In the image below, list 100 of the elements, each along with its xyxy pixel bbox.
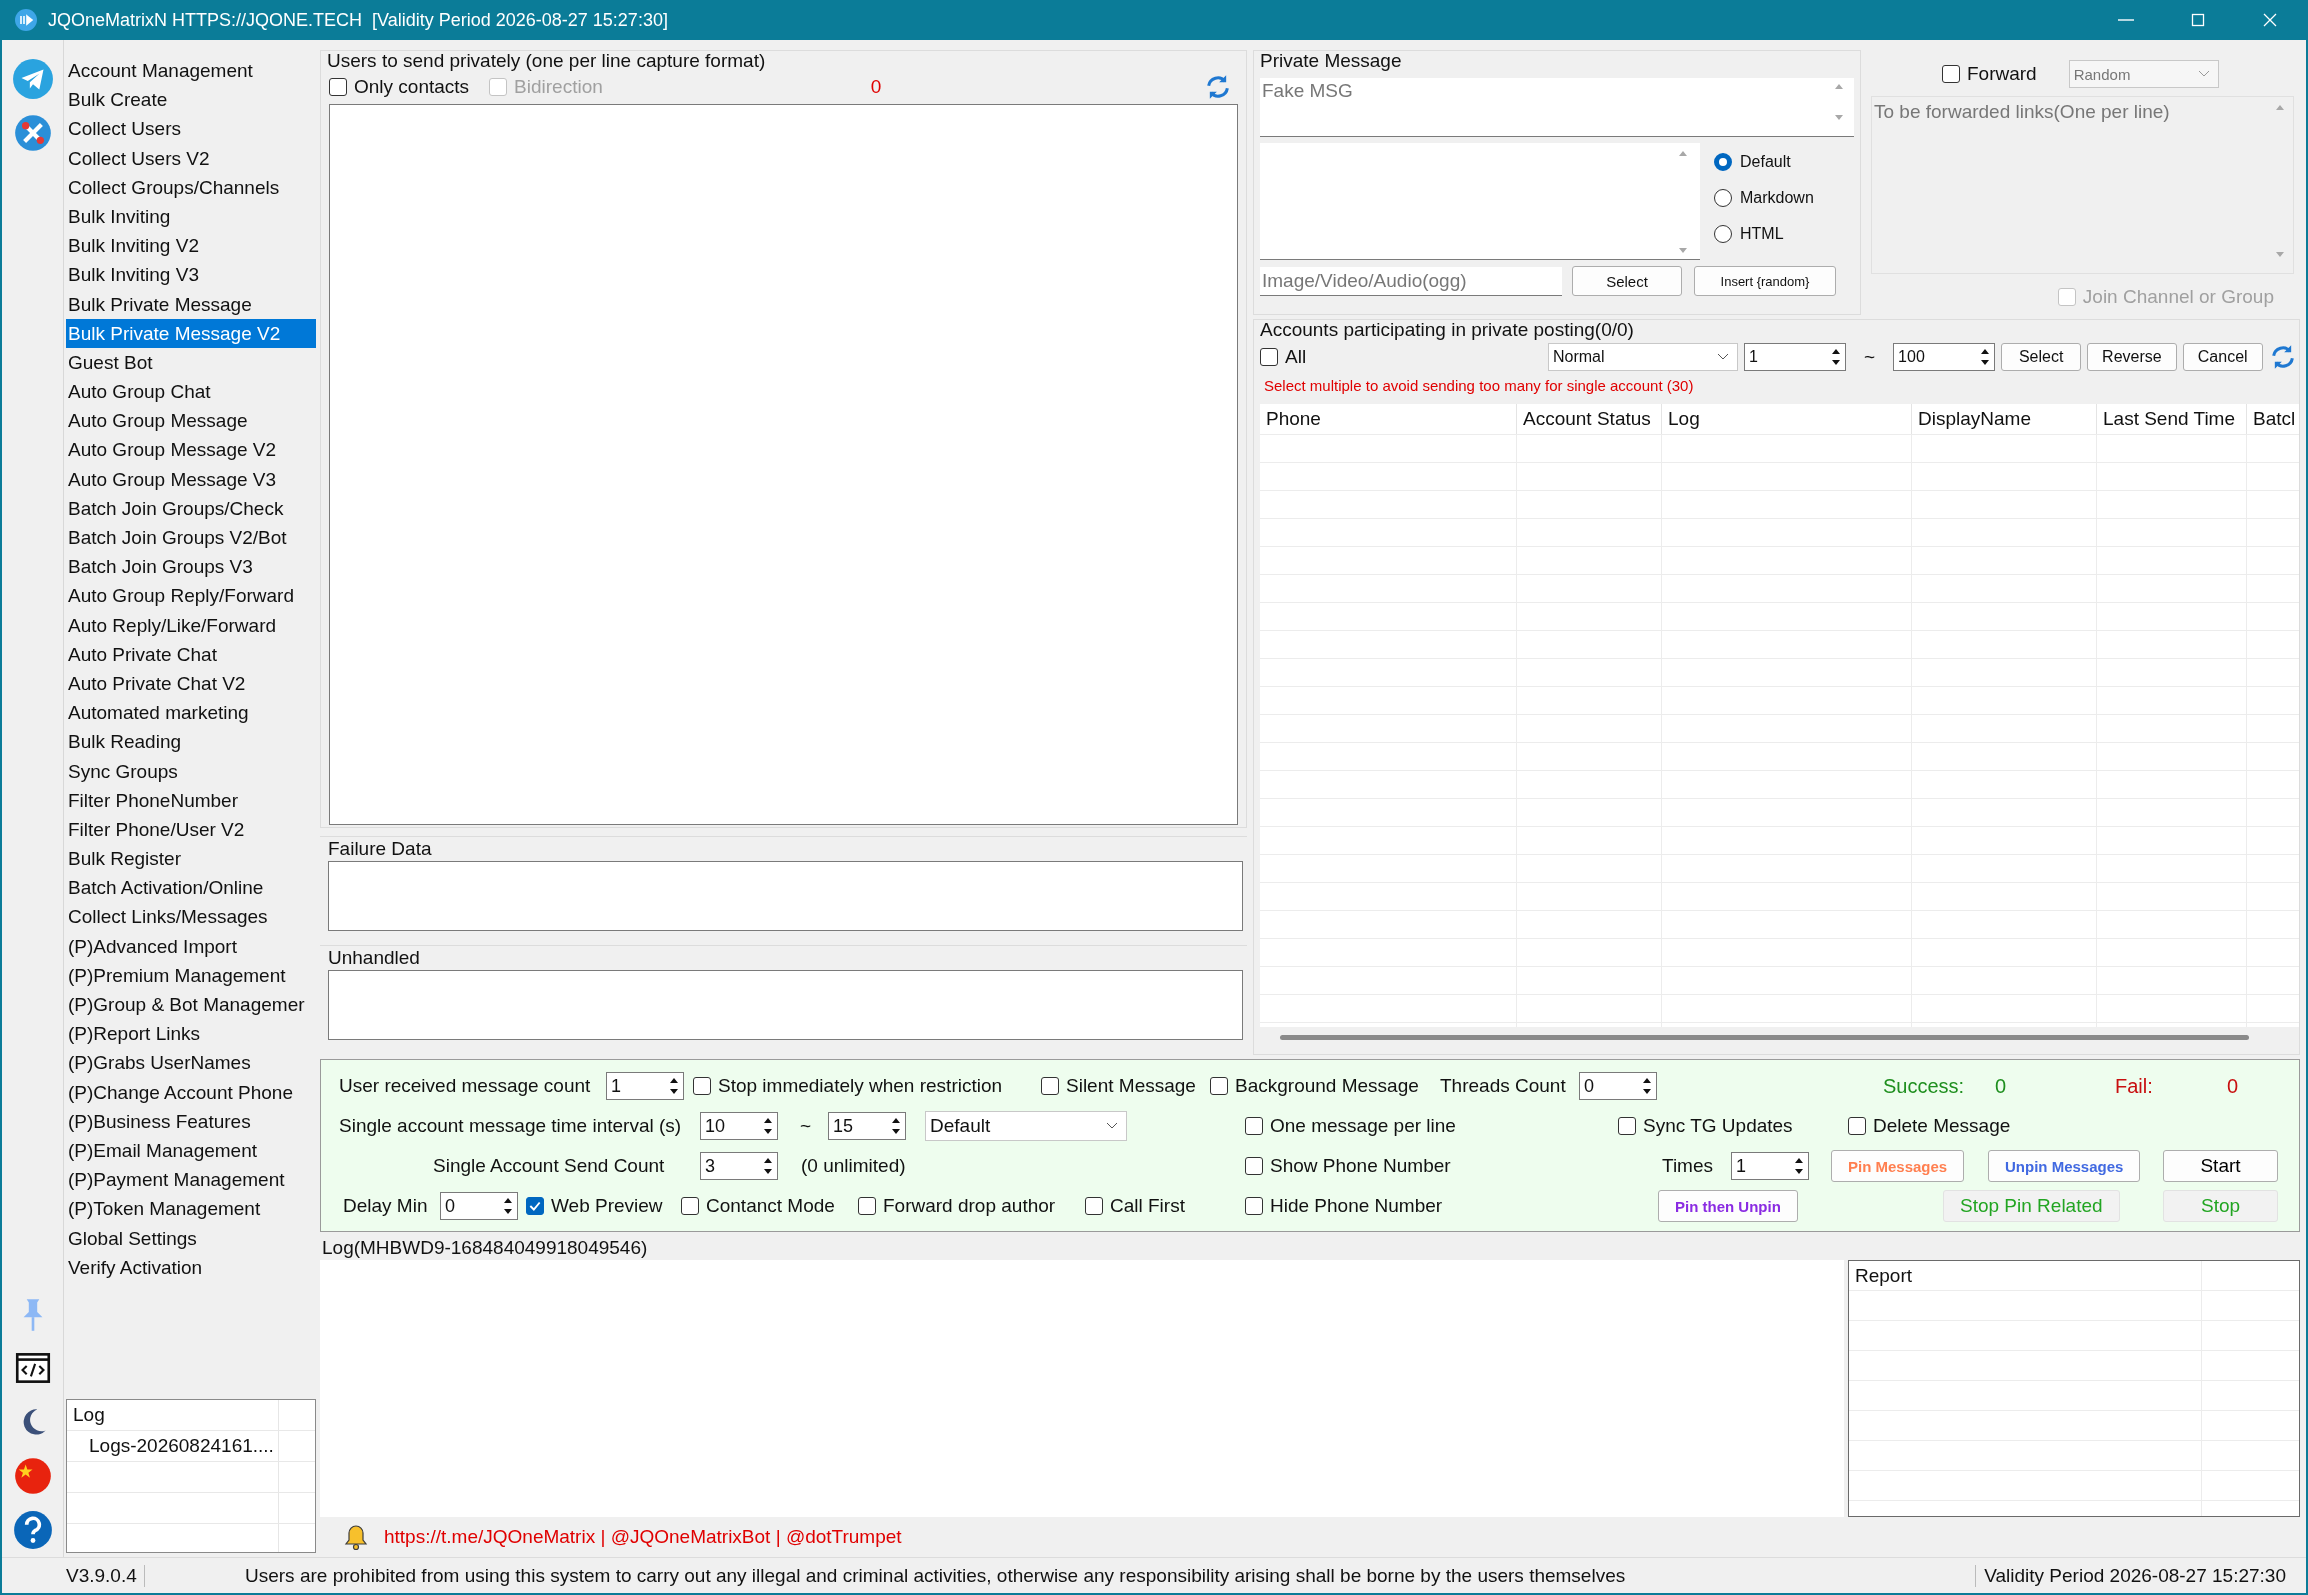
mode-dropdown[interactable]: Random bbox=[2068, 60, 2219, 88]
sidebar-item[interactable]: Auto Private Chat bbox=[66, 639, 316, 669]
sidebar-item[interactable]: Filter PhoneNumber bbox=[66, 785, 316, 815]
number-spinner[interactable]: 3 bbox=[700, 1152, 778, 1180]
checkbox-label: Delete Message bbox=[1873, 1115, 2011, 1137]
checkbox[interactable] bbox=[1245, 1197, 1263, 1215]
select-button[interactable]: Select bbox=[1572, 266, 1682, 296]
sidebar-item[interactable]: Global Settings bbox=[66, 1223, 316, 1253]
sidebar-item[interactable]: (P)Payment Management bbox=[66, 1165, 316, 1195]
sidebar-item[interactable]: (P)Grabs UserNames bbox=[66, 1048, 316, 1078]
checkbox[interactable] bbox=[1942, 65, 1960, 83]
number-spinner[interactable]: 0 bbox=[1579, 1072, 1657, 1100]
action-button[interactable]: Pin then Unpin bbox=[1658, 1190, 1798, 1222]
media-path-field[interactable]: Image/Video/Audio(ogg) bbox=[1260, 266, 1562, 296]
range-separator: ~ bbox=[1864, 346, 1876, 368]
chevron-icon bbox=[1717, 353, 1729, 361]
checkbox-label: Background Message bbox=[1235, 1075, 1419, 1097]
checkbox[interactable] bbox=[1245, 1157, 1263, 1175]
insert-button[interactable]: Insert {random} bbox=[1694, 266, 1836, 296]
account-action-button[interactable]: Reverse bbox=[2087, 343, 2177, 371]
checkbox[interactable] bbox=[1210, 1077, 1228, 1095]
sidebar-item[interactable]: (P)Report Links bbox=[66, 1019, 316, 1049]
radio-button[interactable] bbox=[1714, 153, 1732, 171]
checkbox[interactable] bbox=[1085, 1197, 1103, 1215]
column-header[interactable]: Batcl bbox=[2247, 404, 2295, 434]
horizontal-scrollbar[interactable] bbox=[1280, 1035, 2249, 1040]
sidebar-item[interactable]: Filter Phone/User V2 bbox=[66, 814, 316, 845]
sidebar-item[interactable]: (P)Email Management bbox=[66, 1135, 316, 1166]
sidebar-item[interactable]: Account Management bbox=[66, 56, 316, 86]
sidebar-item[interactable]: (P)Premium Management bbox=[66, 960, 316, 990]
number-spinner[interactable]: 1 bbox=[1744, 343, 1846, 371]
sidebar-item[interactable]: Batch Activation/Online bbox=[66, 873, 316, 903]
checkbox[interactable] bbox=[1041, 1077, 1059, 1095]
list-item[interactable]: Logs-20260824161.... bbox=[67, 1435, 274, 1457]
sidebar-item[interactable]: Bulk Inviting V2 bbox=[66, 231, 316, 261]
sidebar-item[interactable]: Automated marketing bbox=[66, 698, 316, 728]
number-spinner[interactable]: 0 bbox=[440, 1192, 518, 1220]
sidebar-item[interactable]: Auto Private Chat V2 bbox=[66, 668, 316, 699]
number-spinner[interactable]: 100 bbox=[1893, 343, 1996, 371]
sidebar-item[interactable]: Batch Join Groups V3 bbox=[66, 552, 316, 582]
failure-text-area[interactable] bbox=[328, 861, 1243, 931]
checkbox[interactable] bbox=[858, 1197, 876, 1215]
message-field[interactable]: Fake MSG bbox=[1260, 78, 1854, 137]
unhandled-text-area[interactable] bbox=[328, 970, 1243, 1040]
sidebar-item[interactable]: Batch Join Groups/Check bbox=[66, 493, 316, 523]
radio-button[interactable] bbox=[1714, 225, 1732, 243]
bell-icon[interactable] bbox=[344, 1523, 368, 1551]
checkbox[interactable] bbox=[329, 78, 347, 96]
contact-links[interactable]: https://t.me/JQOneMatrix | @JQOneMatrixBot | @dotTrumpet bbox=[384, 1526, 902, 1548]
sidebar-item[interactable]: Sync Groups bbox=[66, 756, 316, 786]
refresh-icon[interactable] bbox=[2269, 343, 2297, 371]
mode-dropdown[interactable]: Default bbox=[925, 1111, 1127, 1141]
checkbox[interactable] bbox=[1848, 1117, 1866, 1135]
links-field[interactable]: To be forwarded links(One per line) bbox=[1871, 96, 2294, 274]
checkbox[interactable] bbox=[693, 1077, 711, 1095]
sidebar-item[interactable]: (P)Business Features bbox=[66, 1106, 316, 1136]
sidebar-item[interactable]: (P)Change Account Phone bbox=[66, 1077, 316, 1107]
sidebar-item[interactable]: Auto Group Reply/Forward bbox=[66, 581, 316, 611]
number-spinner[interactable]: 1 bbox=[1731, 1152, 1809, 1180]
checkbox[interactable] bbox=[1245, 1117, 1263, 1135]
action-button[interactable]: Unpin Messages bbox=[1988, 1150, 2141, 1182]
sidebar-item[interactable]: Auto Reply/Like/Forward bbox=[66, 610, 316, 640]
sidebar-item[interactable]: Guest Bot bbox=[66, 347, 316, 378]
sidebar-item[interactable]: Collect Links/Messages bbox=[66, 902, 316, 932]
sidebar-item[interactable]: Collect Users V2 bbox=[66, 143, 316, 173]
message-field[interactable] bbox=[1260, 143, 1700, 260]
sidebar-item[interactable]: Verify Activation bbox=[66, 1252, 316, 1282]
checkbox[interactable] bbox=[526, 1197, 544, 1215]
sidebar-item[interactable]: Collect Groups/Channels bbox=[66, 172, 316, 202]
number-spinner[interactable]: 1 bbox=[606, 1072, 684, 1100]
sidebar-item[interactable]: Bulk Inviting bbox=[66, 201, 316, 232]
sidebar-item[interactable]: Bulk Register bbox=[66, 844, 316, 874]
sidebar-item[interactable]: Bulk Private Message bbox=[66, 289, 316, 319]
sidebar-item[interactable]: Batch Join Groups V2/Bot bbox=[66, 523, 316, 553]
checkbox[interactable] bbox=[681, 1197, 699, 1215]
sidebar-item[interactable]: Bulk Reading bbox=[66, 727, 316, 757]
sidebar-item[interactable]: Bulk Private Message V2 bbox=[66, 318, 316, 348]
action-button[interactable]: Start bbox=[2163, 1150, 2278, 1182]
refresh-icon[interactable] bbox=[1204, 73, 1232, 101]
checkbox[interactable] bbox=[1618, 1117, 1636, 1135]
help-icon[interactable] bbox=[11, 1509, 54, 1551]
checkbox[interactable] bbox=[1260, 348, 1278, 366]
sidebar-item[interactable]: Auto Group Message bbox=[66, 406, 316, 436]
account-action-button[interactable]: Select bbox=[2001, 343, 2082, 371]
account-action-button[interactable]: Cancel bbox=[2182, 343, 2263, 371]
sidebar-item[interactable]: Auto Group Message V3 bbox=[66, 464, 316, 494]
column-header[interactable]: Report bbox=[1855, 1265, 1913, 1287]
sidebar-item[interactable]: Collect Users bbox=[66, 114, 316, 144]
sidebar-item[interactable]: (P)Token Management bbox=[66, 1194, 316, 1224]
sidebar-item[interactable]: Bulk Create bbox=[66, 85, 316, 115]
sidebar-item[interactable]: (P)Group & Bot Managemer bbox=[66, 990, 316, 1020]
paper-plane-icon[interactable] bbox=[11, 58, 54, 100]
sidebar-item[interactable]: Bulk Inviting V3 bbox=[66, 260, 316, 290]
radio-button[interactable] bbox=[1714, 189, 1732, 207]
number-spinner[interactable]: 15 bbox=[828, 1112, 906, 1140]
sidebar-item[interactable]: Auto Group Message V2 bbox=[66, 435, 316, 465]
number-spinner[interactable]: 10 bbox=[700, 1112, 778, 1140]
status-dropdown[interactable]: Normal bbox=[1548, 343, 1738, 371]
sidebar-item[interactable]: Auto Group Chat bbox=[66, 377, 316, 407]
sidebar-item[interactable]: (P)Advanced Import bbox=[66, 931, 316, 961]
